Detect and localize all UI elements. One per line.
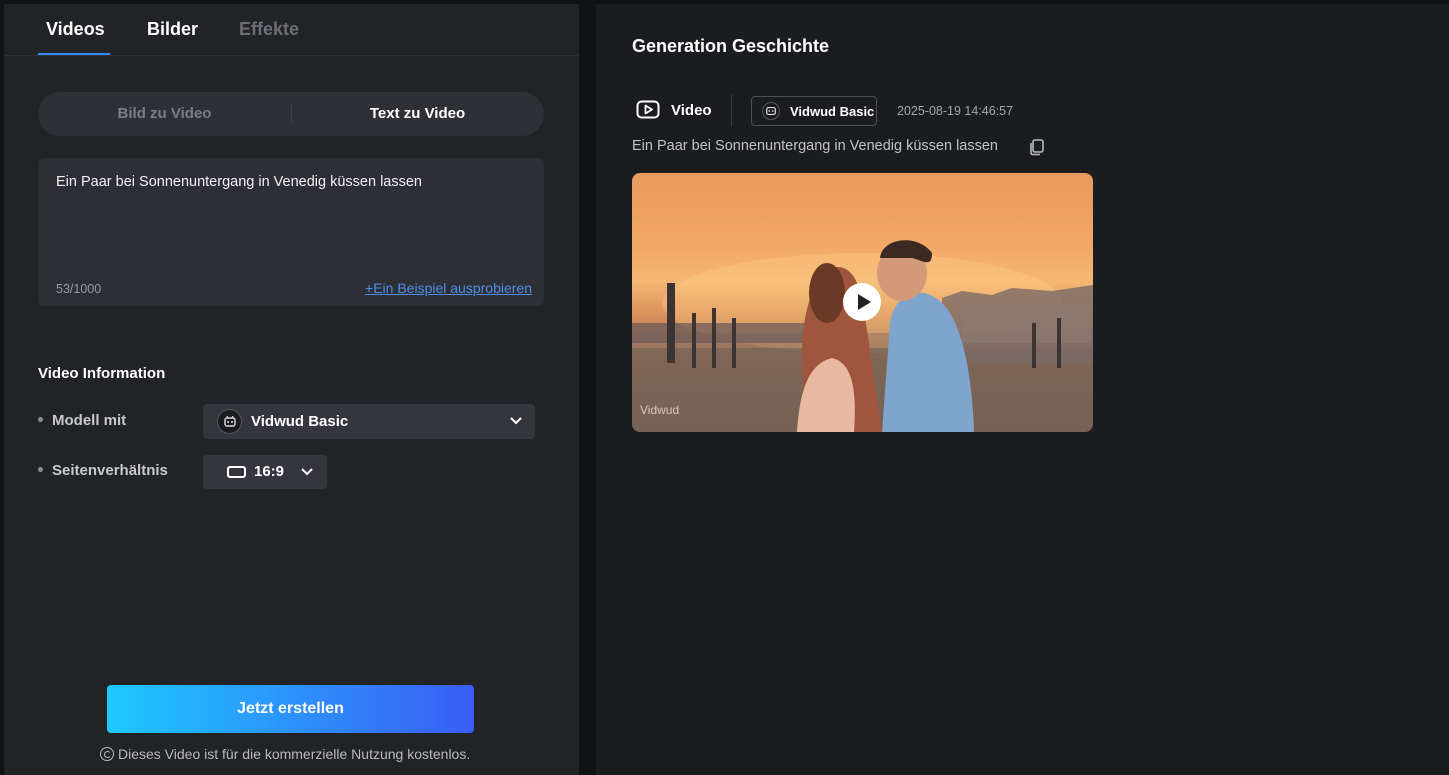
aspect-ratio-select[interactable]: 16:9 xyxy=(203,455,327,489)
vidwud-logo-icon xyxy=(217,409,242,434)
creation-panel: Videos Bilder Effekte Bild zu Video Text… xyxy=(4,4,579,775)
aspect-ratio-icon xyxy=(227,466,246,478)
mode-text-to-video[interactable]: Text zu Video xyxy=(291,92,544,136)
model-label: Modell mit xyxy=(38,412,126,429)
history-title: Generation Geschichte xyxy=(632,36,830,56)
model-label-text: Modell mit xyxy=(52,412,127,429)
ratio-label: Seitenverhältnis xyxy=(38,462,168,479)
prompt-text[interactable]: Ein Paar bei Sonnenuntergang in Venedig … xyxy=(56,174,526,190)
video-thumbnail[interactable]: Vidwud xyxy=(632,173,1093,432)
generation-history-panel: Generation Geschichte Video Vidwud Basic… xyxy=(596,4,1449,775)
aspect-ratio-value: 16:9 xyxy=(254,463,285,480)
entry-prompt: Ein Paar bei Sonnenuntergang in Venedig … xyxy=(632,138,998,154)
mode-image-to-video[interactable]: Bild zu Video xyxy=(38,92,291,136)
divider xyxy=(731,94,732,126)
active-tab-indicator xyxy=(38,53,110,55)
copy-icon[interactable] xyxy=(1028,138,1046,156)
entry-timestamp: 2025-08-19 14:46:57 xyxy=(897,104,1014,118)
entry-type-label: Video xyxy=(671,102,712,119)
model-select[interactable]: Vidwud Basic xyxy=(203,404,535,439)
ratio-label-text: Seitenverhältnis xyxy=(52,462,168,479)
video-information-title: Video Information xyxy=(38,365,166,382)
mode-switch: Bild zu Video Text zu Video xyxy=(38,92,544,136)
vidwud-logo-icon xyxy=(762,102,780,120)
model-select-value: Vidwud Basic xyxy=(251,413,349,430)
create-now-button[interactable]: Jetzt erstellen xyxy=(107,685,474,733)
category-tabs: Videos Bilder Effekte xyxy=(4,4,579,56)
try-example-link[interactable]: +Ein Beispiel ausprobieren xyxy=(365,280,532,296)
watermark: Vidwud xyxy=(640,403,680,417)
entry-model-chip: Vidwud Basic xyxy=(751,96,877,126)
tab-effekte[interactable]: Effekte xyxy=(239,19,299,40)
tab-bilder[interactable]: Bilder xyxy=(147,19,198,40)
play-button[interactable] xyxy=(843,283,881,321)
bullet-dot xyxy=(38,466,43,472)
copyright-icon xyxy=(100,747,114,761)
license-note: Dieses Video ist für die kommerzielle Nu… xyxy=(100,746,470,762)
license-note-text: Dieses Video ist für die kommerzielle Nu… xyxy=(118,746,471,762)
entry-model-name: Vidwud Basic xyxy=(790,104,875,119)
chevron-down-icon xyxy=(301,468,313,476)
prompt-textarea[interactable]: Ein Paar bei Sonnenuntergang in Venedig … xyxy=(38,158,544,306)
chevron-down-icon xyxy=(510,417,522,425)
character-counter: 53/1000 xyxy=(56,282,102,296)
video-icon xyxy=(636,100,660,119)
bullet-dot xyxy=(38,416,43,422)
tab-videos[interactable]: Videos xyxy=(46,19,105,40)
